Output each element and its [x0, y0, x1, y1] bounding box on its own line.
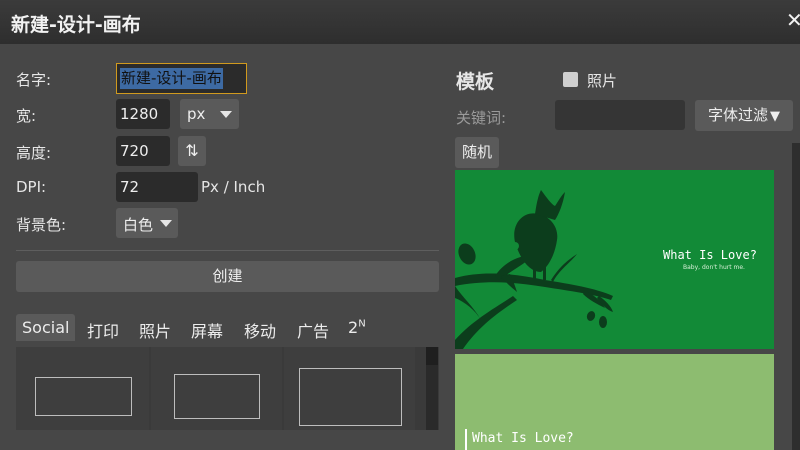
- triangle-down-icon: ▼: [770, 109, 780, 124]
- swap-arrows-icon: ⇅: [185, 141, 199, 160]
- close-icon[interactable]: ✕: [786, 8, 800, 32]
- window-title: 新建-设计-画布: [11, 14, 141, 36]
- card-subtitle: Baby, don't hurt me.: [683, 264, 745, 271]
- photo-checkbox[interactable]: [563, 72, 578, 87]
- keyword-input[interactable]: [555, 100, 685, 130]
- preset-shape: [35, 377, 132, 416]
- accent-line: [465, 429, 467, 450]
- card-title: What Is Love?: [663, 248, 757, 262]
- swap-dimensions-button[interactable]: ⇅: [178, 136, 206, 166]
- width-input[interactable]: 1280: [116, 99, 170, 129]
- template-card[interactable]: What Is Love? Baby, don't hurt me.: [455, 170, 774, 349]
- background-label: 背景色:: [16, 216, 67, 234]
- height-label: 高度:: [16, 144, 52, 162]
- preset-shape: [299, 368, 402, 426]
- templates-heading: 模板: [456, 71, 495, 93]
- background-select-value: 白色: [123, 216, 154, 234]
- card-title: What Is Love?: [472, 431, 574, 446]
- preset-item[interactable]: [16, 347, 149, 430]
- tab-screen[interactable]: 屏幕: [191, 318, 223, 342]
- keyword-label: 关键词:: [456, 109, 507, 127]
- tab-ads[interactable]: 广告: [297, 318, 329, 342]
- chevron-down-icon: [220, 111, 232, 118]
- preset-shape: [174, 374, 260, 419]
- tab-photo[interactable]: 照片: [139, 318, 171, 342]
- dpi-unit-label: Px / Inch: [201, 178, 266, 196]
- tab-social[interactable]: Social: [16, 314, 76, 341]
- title-bar: 新建-设计-画布 ✕: [0, 0, 800, 44]
- tab-power-of-two-label: 2: [348, 318, 359, 337]
- preset-scrollbar-thumb[interactable]: [426, 347, 438, 365]
- name-input-value: 新建-设计-画布: [120, 68, 223, 89]
- tab-mobile[interactable]: 移动: [244, 318, 276, 342]
- background-select[interactable]: 白色: [116, 208, 178, 238]
- unit-select-value: px: [187, 105, 206, 123]
- preset-list: [16, 347, 439, 430]
- font-filter-label: 字体过滤: [707, 106, 768, 124]
- divider: [16, 250, 439, 251]
- chevron-down-icon: [160, 220, 172, 227]
- preset-scrollbar[interactable]: [426, 347, 438, 430]
- width-label: 宽:: [16, 107, 37, 125]
- font-filter-button[interactable]: 字体过滤 ▼: [695, 100, 793, 131]
- name-input[interactable]: 新建-设计-画布: [116, 63, 247, 94]
- tab-power-of-two[interactable]: 2N: [348, 318, 366, 337]
- random-button[interactable]: 随机: [455, 137, 499, 168]
- template-card[interactable]: What Is Love?: [455, 354, 774, 450]
- dpi-label: DPI:: [16, 178, 47, 196]
- tab-power-of-two-sup: N: [358, 318, 366, 330]
- create-button[interactable]: 创建: [16, 261, 439, 292]
- photo-checkbox-label: 照片: [587, 72, 618, 90]
- tab-print[interactable]: 打印: [87, 318, 119, 342]
- height-input[interactable]: 720: [116, 136, 170, 166]
- unit-select[interactable]: px: [180, 99, 239, 129]
- templates-scrollbar[interactable]: [792, 143, 800, 450]
- dpi-input[interactable]: 72: [116, 172, 198, 202]
- preset-item[interactable]: [151, 347, 282, 430]
- name-label: 名字:: [16, 71, 52, 89]
- preset-item[interactable]: [284, 347, 415, 430]
